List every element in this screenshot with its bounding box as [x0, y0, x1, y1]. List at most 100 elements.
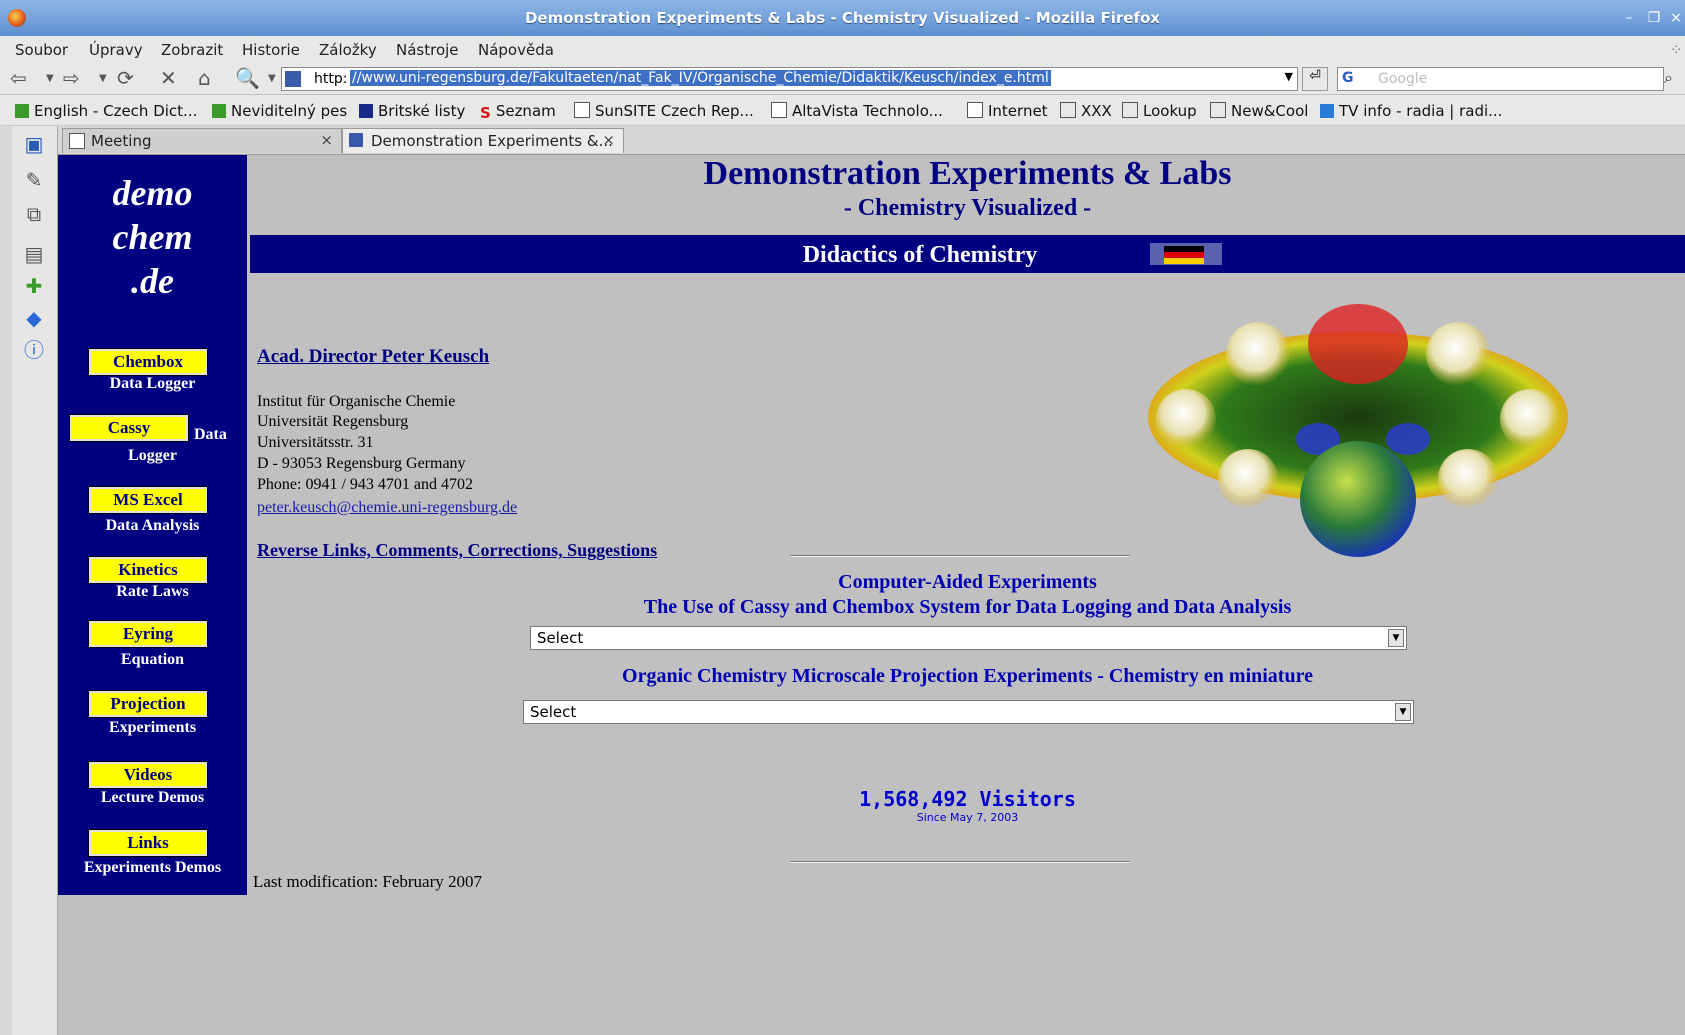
window-title: Demonstration Experiments & Labs - Chemi…: [524, 9, 1160, 27]
bookmark-item[interactable]: TV info - radia | radi...: [1320, 102, 1502, 120]
menu-help[interactable]: Nápověda: [478, 41, 554, 59]
didactics-banner: Didactics of Chemistry: [250, 235, 1685, 273]
close-window-icon[interactable]: ×: [1667, 10, 1685, 26]
page-subtitle: - Chemistry Visualized -: [843, 195, 1092, 221]
site-favicon: [285, 71, 301, 87]
save-icon[interactable]: ▤: [20, 242, 48, 268]
nav-kinetics-button[interactable]: Kinetics: [88, 556, 208, 584]
bookmark-item[interactable]: Internet: [967, 102, 1048, 120]
visitor-since: Since May 7, 2003: [916, 811, 1019, 824]
nav-projection-button[interactable]: Projection: [88, 690, 208, 718]
molecule-image: [1148, 304, 1568, 557]
go-button[interactable]: ⏎: [1302, 67, 1328, 91]
nav-cassy-button[interactable]: Cassy: [69, 414, 189, 442]
copy-icon[interactable]: ⧉: [20, 202, 48, 228]
dropbox-icon[interactable]: ◆: [20, 306, 48, 332]
email-link[interactable]: peter.keusch@chemie.uni-regensburg.de: [257, 499, 517, 517]
site-left-nav: demo chem .de Chembox Data Logger Cassy …: [58, 155, 247, 895]
nav-videos-sub: Lecture Demos: [100, 789, 205, 806]
tab-demonstration[interactable]: Demonstration Experiments &... ×: [342, 128, 624, 153]
bookmark-folder[interactable]: Lookup: [1122, 102, 1197, 120]
menu-history[interactable]: Historie: [242, 41, 300, 59]
nav-eyring-button[interactable]: Eyring: [88, 620, 208, 648]
menu-bookmarks[interactable]: Záložky: [319, 41, 377, 59]
reload-icon[interactable]: ⟳: [117, 66, 134, 90]
throbber-icon: ⁘: [1670, 41, 1683, 59]
search-box[interactable]: G Google: [1337, 67, 1664, 91]
bookmark-folder[interactable]: XXX: [1060, 102, 1112, 120]
phone-line: Phone: 0941 / 943 4701 and 4702: [257, 476, 473, 493]
bookmark-item[interactable]: SunSITE Czech Rep...: [574, 102, 754, 120]
stop-icon[interactable]: ✕: [160, 66, 177, 90]
divider: [790, 555, 1130, 557]
image-icon[interactable]: ▣: [20, 132, 48, 158]
nav-links-button[interactable]: Links: [88, 829, 208, 857]
cassy-chembox-select[interactable]: Select ▼: [530, 626, 1407, 650]
navigation-toolbar: ⇦ ▼ ⇨ ▼ ⟳ ✕ ⌂ 🔍 ▼ http: //www.uni-regens…: [0, 63, 1685, 94]
zoom-search-icon[interactable]: 🔍: [235, 66, 260, 90]
address-line: Universität Regensburg: [257, 413, 409, 430]
director-link[interactable]: Acad. Director Peter Keusch: [257, 346, 489, 368]
nav-excel-button[interactable]: MS Excel: [88, 486, 208, 514]
back-icon[interactable]: ⇦: [10, 66, 27, 90]
page-icon: [967, 102, 983, 118]
menu-view[interactable]: Zobrazit: [161, 41, 223, 59]
google-engine-icon[interactable]: G: [1342, 70, 1354, 86]
german-flag-icon[interactable]: [1150, 243, 1222, 265]
bookmark-item[interactable]: English - Czech Dict...: [15, 102, 197, 120]
bookmark-item[interactable]: Neviditelný pes: [212, 102, 347, 120]
folder-icon: [1122, 102, 1138, 118]
close-tab-icon[interactable]: ×: [320, 131, 333, 149]
restore-icon[interactable]: ❐: [1645, 10, 1663, 26]
puzzle-icon[interactable]: ✚: [20, 274, 48, 300]
info-icon[interactable]: ⓘ: [20, 334, 48, 362]
url-bar[interactable]: http: //www.uni-regensburg.de/Fakultaete…: [281, 67, 1298, 91]
search-placeholder: Google: [1378, 71, 1428, 87]
address-line: Universitätsstr. 31: [257, 434, 374, 451]
folder-icon: [1060, 102, 1076, 118]
nav-projection-sub: Experiments: [108, 719, 197, 736]
didactics-banner-text: Didactics of Chemistry: [802, 242, 1038, 268]
section-title: Organic Chemistry Microscale Projection …: [622, 665, 1313, 687]
chevron-down-icon[interactable]: ▼: [1395, 703, 1411, 721]
forward-dropdown-icon[interactable]: ▼: [99, 73, 107, 84]
menu-tools[interactable]: Nástroje: [396, 41, 459, 59]
menu-edit[interactable]: Úpravy: [89, 41, 143, 59]
url-dropdown-icon[interactable]: ▼: [1285, 70, 1293, 83]
search-icon[interactable]: ⌕: [1664, 68, 1673, 88]
page-content: demo chem .de Chembox Data Logger Cassy …: [58, 155, 1685, 1035]
page-icon: [771, 102, 787, 118]
sidebar-toolbar: ▣ ✎ ⧉ ▤ ✚ ◆ ⓘ: [12, 126, 58, 1035]
page-icon: [574, 102, 590, 118]
nav-links-sub: Experiments Demos: [83, 859, 222, 876]
forward-icon[interactable]: ⇨: [63, 66, 80, 90]
microscale-select[interactable]: Select ▼: [523, 700, 1414, 724]
bookmark-item[interactable]: Britské listy: [359, 102, 465, 120]
divider: [790, 861, 1130, 863]
menu-file[interactable]: Soubor: [15, 41, 68, 59]
bookmark-item[interactable]: S Seznam: [480, 102, 556, 122]
minimize-icon[interactable]: –: [1620, 10, 1638, 26]
url-scheme: http:: [314, 71, 348, 87]
back-dropdown-icon[interactable]: ▼: [46, 73, 54, 84]
nav-chembox-button[interactable]: Chembox: [88, 348, 208, 376]
close-tab-icon[interactable]: ×: [602, 131, 615, 149]
url-path-selected: //www.uni-regensburg.de/Fakultaeten/nat_…: [350, 70, 1051, 86]
nav-videos-button[interactable]: Videos: [88, 761, 208, 789]
tab-meeting[interactable]: Meeting ×: [62, 128, 342, 153]
bookmark-item[interactable]: AltaVista Technolo...: [771, 102, 943, 120]
bookmark-folder[interactable]: New&Cool: [1210, 102, 1308, 120]
folder-icon: [1210, 102, 1226, 118]
page-icon: [69, 133, 85, 149]
tv-icon: [1320, 104, 1334, 118]
reverse-links-link[interactable]: Reverse Links, Comments, Corrections, Su…: [257, 540, 657, 561]
nav-excel-sub: Data Analysis: [105, 517, 200, 534]
nav-cassy-sub: Logger: [128, 447, 177, 464]
visitor-counter: 1,568,492 Visitors: [859, 787, 1076, 811]
nav-eyring-sub: Equation: [120, 651, 185, 668]
home-icon[interactable]: ⌂: [198, 66, 211, 90]
zoom-dropdown-icon[interactable]: ▼: [268, 73, 276, 84]
pencil-icon[interactable]: ✎: [20, 168, 48, 194]
frog-icon: [212, 104, 226, 118]
chevron-down-icon[interactable]: ▼: [1388, 629, 1404, 647]
